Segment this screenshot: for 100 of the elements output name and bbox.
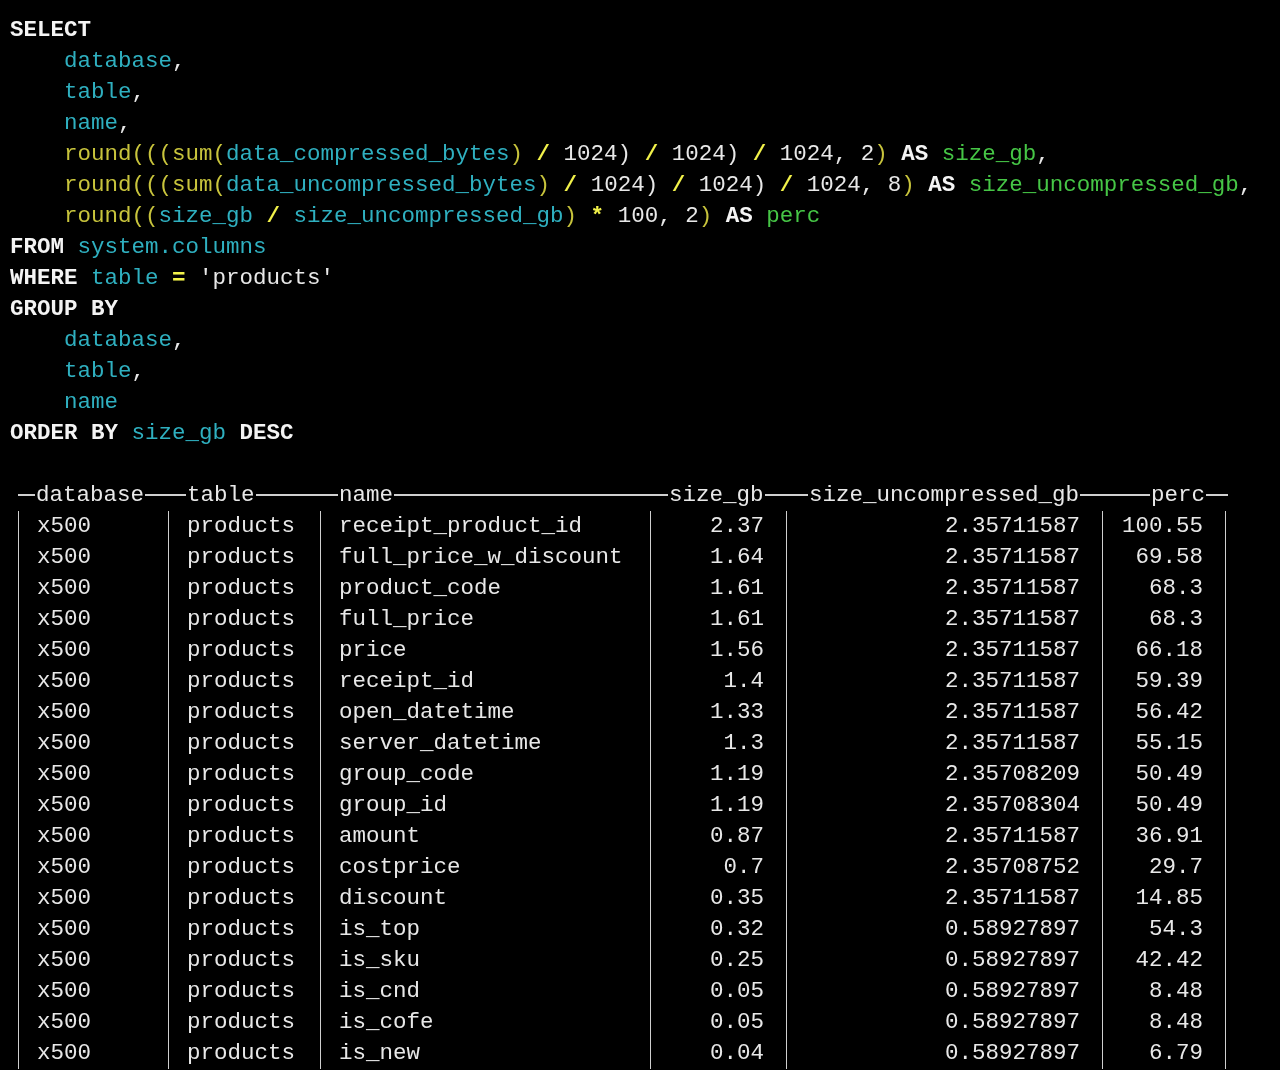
table-cell: products: [187, 1040, 296, 1066]
code-line: table,: [63, 78, 147, 107]
table-cell: is_new: [339, 1040, 420, 1066]
column-header: size_gb: [668, 482, 765, 508]
table-cell: x500: [37, 668, 91, 694]
code-line: GROUP BY: [10, 295, 120, 324]
table-cell: open_datetime: [339, 699, 515, 725]
column-header: size_uncompressed_gb: [807, 482, 1080, 508]
table-cell: 1.61: [710, 606, 764, 632]
table-cell: products: [187, 699, 296, 725]
table-cell: x500: [37, 1009, 91, 1035]
table-cell: 0.87: [710, 823, 764, 849]
table-cell: 69.58: [1135, 544, 1203, 570]
table-cell: 100.55: [1122, 513, 1203, 539]
table-cell: discount: [339, 885, 448, 911]
table-cell: 1.33: [710, 699, 764, 725]
table-cell: costprice: [339, 854, 461, 880]
table-cell: price: [339, 637, 407, 663]
table-cell: 1.19: [710, 792, 764, 818]
table-cell: server_datetime: [339, 730, 542, 756]
table-cell: full_price: [339, 606, 475, 632]
table-cell: 0.58927897: [944, 947, 1080, 973]
table-cell: 2.37: [710, 513, 764, 539]
table-cell: products: [187, 544, 296, 570]
table-cell: x500: [37, 823, 91, 849]
code-line: name,: [63, 109, 133, 138]
table-cell: 2.35708209: [944, 761, 1080, 787]
table-cell: products: [187, 513, 296, 539]
code-line: SELECT: [10, 16, 92, 45]
table-cell: 8.48: [1149, 978, 1203, 1004]
table-cell: 2.35708304: [944, 792, 1080, 818]
table-cell: 0.04: [710, 1040, 764, 1066]
table-cell: full_price_w_discount: [339, 544, 623, 570]
table-cell: products: [187, 792, 296, 818]
table-cell: 0.58927897: [944, 916, 1080, 942]
table-cell: receipt_id: [339, 668, 475, 694]
table-cell: x500: [37, 606, 91, 632]
table-cell: 8.48: [1149, 1009, 1203, 1035]
table-cell: product_code: [339, 575, 502, 601]
table-cell: 55.15: [1135, 730, 1203, 756]
table-cell: 1.64: [710, 544, 764, 570]
table-cell: amount: [339, 823, 420, 849]
table-cell: is_sku: [339, 947, 420, 973]
table-cell: 2.35711587: [944, 544, 1080, 570]
code-line: database,: [63, 326, 187, 355]
code-line: name: [63, 388, 119, 417]
table-cell: 14.85: [1135, 885, 1203, 911]
table-cell: 2.35711587: [944, 575, 1080, 601]
code-line: round((size_gb / size_uncompressed_gb) * 100, 2) AS perc: [63, 202, 822, 231]
table-cell: 1.19: [710, 761, 764, 787]
table-cell: x500: [37, 575, 91, 601]
table-cell: group_id: [339, 792, 448, 818]
table-cell: products: [187, 606, 296, 632]
table-cell: 2.35711587: [944, 513, 1080, 539]
table-cell: group_code: [339, 761, 475, 787]
table-cell: 54.3: [1149, 916, 1203, 942]
table-cell: x500: [37, 1040, 91, 1066]
table-cell: x500: [37, 885, 91, 911]
table-cell: products: [187, 947, 296, 973]
code-line: table,: [63, 357, 147, 386]
table-cell: products: [187, 854, 296, 880]
table-cell: x500: [37, 730, 91, 756]
table-cell: 36.91: [1135, 823, 1203, 849]
table-cell: products: [187, 885, 296, 911]
table-cell: 2.35711587: [944, 637, 1080, 663]
table-cell: x500: [37, 699, 91, 725]
table-cell: receipt_product_id: [339, 513, 583, 539]
table-cell: x500: [37, 637, 91, 663]
table-cell: 0.58927897: [944, 1009, 1080, 1035]
table-cell: 2.35711587: [944, 823, 1080, 849]
table-cell: is_cnd: [339, 978, 420, 1004]
table-cell: x500: [37, 513, 91, 539]
table-cell: products: [187, 668, 296, 694]
table-cell: 66.18: [1135, 637, 1203, 663]
table-cell: 59.39: [1135, 668, 1203, 694]
table-cell: x500: [37, 544, 91, 570]
table-cell: products: [187, 978, 296, 1004]
table-cell: x500: [37, 792, 91, 818]
table-cell: 0.25: [710, 947, 764, 973]
table-cell: products: [187, 730, 296, 756]
table-cell: 0.7: [723, 854, 764, 880]
table-cell: x500: [37, 947, 91, 973]
table-cell: 2.35711587: [944, 730, 1080, 756]
table-cell: 56.42: [1135, 699, 1203, 725]
table-cell: 0.58927897: [944, 1040, 1080, 1066]
code-line: WHERE table = 'products': [10, 264, 336, 293]
table-cell: x500: [37, 978, 91, 1004]
code-line: round(((sum(data_uncompressed_bytes) / 1024) / 1024) / 1024, 8) AS size_uncompressed_gb,: [63, 171, 1254, 200]
table-cell: 68.3: [1149, 575, 1203, 601]
code-line: database,: [63, 47, 187, 76]
code-line: round(((sum(data_compressed_bytes) / 1024) / 1024) / 1024, 2) AS size_gb,: [63, 140, 1051, 169]
code-line: FROM system.columns: [10, 233, 268, 262]
table-cell: 42.42: [1135, 947, 1203, 973]
table-cell: products: [187, 637, 296, 663]
table-cell: products: [187, 823, 296, 849]
table-cell: 0.32: [710, 916, 764, 942]
table-cell: 29.7: [1149, 854, 1203, 880]
table-cell: 2.35711587: [944, 885, 1080, 911]
table-cell: 50.49: [1135, 792, 1203, 818]
code-line: ORDER BY size_gb DESC: [10, 419, 295, 448]
